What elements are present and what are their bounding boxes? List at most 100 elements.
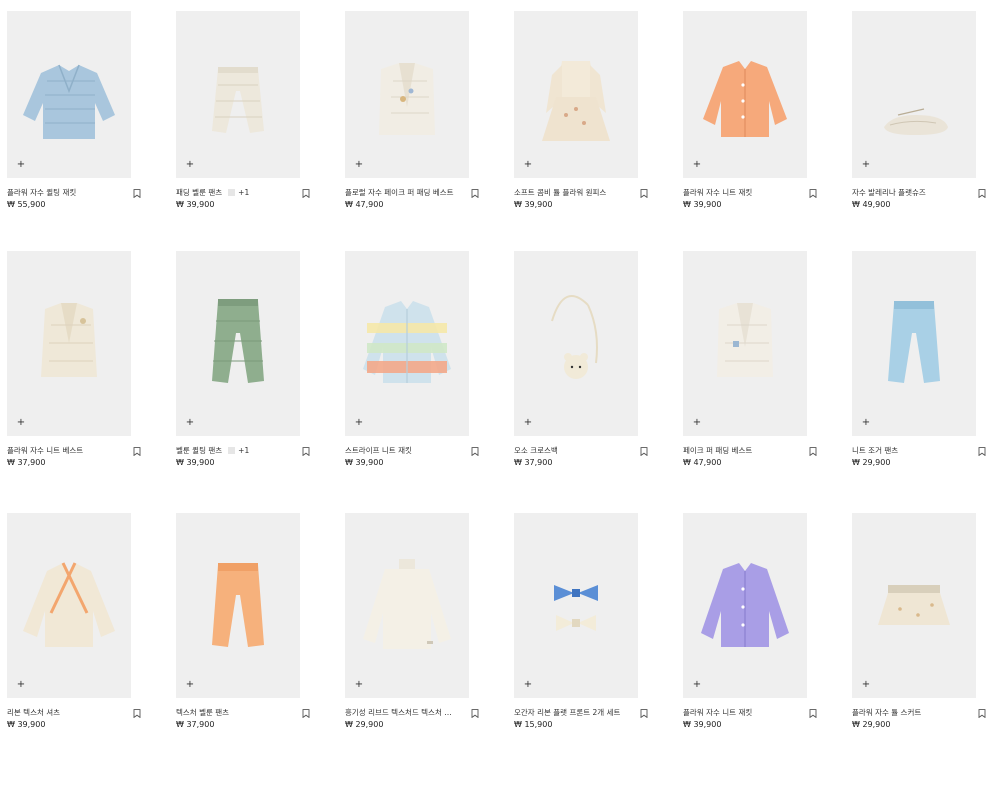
product-card[interactable]: + 플라워 자수 튤 스커트 ₩ 29,900 — [852, 513, 986, 753]
product-name[interactable]: 텍스처 벨룬 팬츠 — [176, 707, 229, 718]
product-image[interactable]: + — [345, 11, 469, 178]
more-colors-count[interactable]: +1 — [238, 187, 249, 198]
add-to-cart-icon[interactable]: + — [692, 418, 702, 428]
add-to-cart-icon[interactable]: + — [861, 160, 871, 170]
product-card[interactable]: + 오간자 리본 플랫 프론트 2개 세트 ₩ 15,900 — [514, 513, 648, 753]
product-image[interactable]: + — [514, 251, 638, 436]
product-name[interactable]: 자수 발레리나 플랫슈즈 — [852, 187, 926, 198]
add-to-cart-icon[interactable]: + — [16, 418, 26, 428]
product-image[interactable]: + — [7, 251, 131, 436]
product-name[interactable]: 플라워 자수 튤 스커트 — [852, 707, 921, 718]
product-image[interactable]: + — [683, 251, 807, 436]
bookmark-icon[interactable] — [133, 709, 141, 718]
add-to-cart-icon[interactable]: + — [354, 160, 364, 170]
product-image[interactable]: + — [176, 11, 300, 178]
product-name[interactable]: 패딩 벨룬 팬츠 — [176, 187, 222, 198]
product-name[interactable]: 플라워 자수 니트 베스트 — [7, 445, 83, 456]
product-image[interactable]: + — [7, 11, 131, 178]
product-name[interactable]: 플라워 자수 퀼팅 재킷 — [7, 187, 76, 198]
product-name[interactable]: 플라워 자수 니트 재킷 — [683, 187, 752, 198]
product-name[interactable]: 벨룬 퀼팅 팬츠 — [176, 445, 222, 456]
bookmark-icon[interactable] — [302, 447, 310, 456]
product-name[interactable]: 오소 크로스백 — [514, 445, 558, 456]
product-image[interactable]: + — [7, 513, 131, 698]
bookmark-icon[interactable] — [640, 447, 648, 456]
product-card[interactable]: + 리본 텍스처 셔츠 ₩ 39,900 — [7, 513, 141, 753]
color-swatch[interactable] — [228, 447, 236, 454]
bookmark-icon[interactable] — [640, 709, 648, 718]
product-name[interactable]: 리본 텍스처 셔츠 — [7, 707, 60, 718]
product-name[interactable]: 페이크 퍼 패딩 베스트 — [683, 445, 752, 456]
product-card[interactable]: + 플라워 자수 퀼팅 재킷 ₩ 55,900 — [7, 11, 141, 251]
bookmark-icon[interactable] — [640, 189, 648, 198]
product-card[interactable]: + 스트라이프 니트 재킷 ₩ 39,900 — [345, 251, 479, 513]
add-to-cart-icon[interactable]: + — [861, 418, 871, 428]
product-card[interactable]: + 텍스처 벨룬 팬츠 ₩ 37,900 — [176, 513, 310, 753]
product-card[interactable]: + 흥기성 리브드 텍스처드 텍스처 티셔츠 ₩ 29,900 — [345, 513, 479, 753]
add-to-cart-icon[interactable]: + — [692, 680, 702, 690]
color-swatch[interactable] — [228, 189, 236, 196]
product-image[interactable]: + — [345, 513, 469, 698]
product-card[interactable]: + 니트 조거 팬츠 ₩ 29,900 — [852, 251, 986, 513]
product-name[interactable]: 플라워 자수 니트 재킷 — [683, 707, 752, 718]
product-name[interactable]: 오간자 리본 플랫 프론트 2개 세트 — [514, 707, 620, 718]
add-to-cart-icon[interactable]: + — [861, 680, 871, 690]
product-image[interactable]: + — [514, 11, 638, 178]
product-card[interactable]: + 플로럴 자수 페이크 퍼 패딩 베스트 ₩ 47,900 — [345, 11, 479, 251]
add-to-cart-icon[interactable]: + — [185, 418, 195, 428]
bookmark-icon[interactable] — [471, 447, 479, 456]
product-image[interactable]: + — [852, 513, 976, 698]
product-name-row: 벨룬 퀼팅 팬츠 +1 — [176, 445, 310, 456]
bookmark-icon[interactable] — [471, 189, 479, 198]
product-name[interactable]: 니트 조거 팬츠 — [852, 445, 898, 456]
product-name[interactable]: 플로럴 자수 페이크 퍼 패딩 베스트 — [345, 187, 454, 198]
product-image[interactable]: + — [683, 513, 807, 698]
add-to-cart-icon[interactable]: + — [523, 418, 533, 428]
product-card[interactable]: + 플라워 자수 니트 재킷 ₩ 39,900 — [683, 513, 817, 753]
bookmark-icon[interactable] — [302, 709, 310, 718]
add-to-cart-icon[interactable]: + — [185, 160, 195, 170]
product-info: 소프트 콤비 튤 플라워 원피스 ₩ 39,900 — [514, 187, 648, 211]
bookmark-icon[interactable] — [978, 189, 986, 198]
bookmark-icon[interactable] — [978, 447, 986, 456]
product-image[interactable]: + — [345, 251, 469, 436]
product-card[interactable]: + 패딩 벨룬 팬츠 +1 ₩ 39,900 — [176, 11, 310, 251]
product-photo-illustration — [551, 295, 598, 379]
bookmark-icon[interactable] — [471, 709, 479, 718]
product-name-row: 리본 텍스처 셔츠 — [7, 707, 141, 718]
product-image[interactable]: + — [514, 513, 638, 698]
product-image[interactable]: + — [852, 11, 976, 178]
product-name[interactable]: 스트라이프 니트 재킷 — [345, 445, 412, 456]
bookmark-icon[interactable] — [302, 189, 310, 198]
add-to-cart-icon[interactable]: + — [16, 680, 26, 690]
product-card[interactable]: + 플라워 자수 니트 재킷 ₩ 39,900 — [683, 11, 817, 251]
product-card[interactable]: + 벨룬 퀼팅 팬츠 +1 ₩ 39,900 — [176, 251, 310, 513]
product-image[interactable]: + — [852, 251, 976, 436]
product-name[interactable]: 흥기성 리브드 텍스처드 텍스처 티셔츠 — [345, 707, 457, 718]
bookmark-icon[interactable] — [809, 709, 817, 718]
product-name-row: 플라워 자수 니트 베스트 — [7, 445, 141, 456]
add-to-cart-icon[interactable]: + — [185, 680, 195, 690]
product-card[interactable]: + 자수 발레리나 플랫슈즈 ₩ 49,900 — [852, 11, 986, 251]
add-to-cart-icon[interactable]: + — [692, 160, 702, 170]
add-to-cart-icon[interactable]: + — [523, 160, 533, 170]
bookmark-icon[interactable] — [809, 447, 817, 456]
product-price: ₩ 39,900 — [514, 200, 553, 209]
product-card[interactable]: + 소프트 콤비 튤 플라워 원피스 ₩ 39,900 — [514, 11, 648, 251]
product-image[interactable]: + — [683, 11, 807, 178]
bookmark-icon[interactable] — [978, 709, 986, 718]
product-image[interactable]: + — [176, 513, 300, 698]
product-card[interactable]: + 페이크 퍼 패딩 베스트 ₩ 47,900 — [683, 251, 817, 513]
add-to-cart-icon[interactable]: + — [354, 418, 364, 428]
bookmark-icon[interactable] — [809, 189, 817, 198]
product-image[interactable]: + — [176, 251, 300, 436]
product-card[interactable]: + 플라워 자수 니트 베스트 ₩ 37,900 — [7, 251, 141, 513]
product-name[interactable]: 소프트 콤비 튤 플라워 원피스 — [514, 187, 606, 198]
add-to-cart-icon[interactable]: + — [354, 680, 364, 690]
more-colors-count[interactable]: +1 — [238, 445, 249, 456]
product-card[interactable]: + 오소 크로스백 ₩ 37,900 — [514, 251, 648, 513]
add-to-cart-icon[interactable]: + — [523, 680, 533, 690]
bookmark-icon[interactable] — [133, 189, 141, 198]
bookmark-icon[interactable] — [133, 447, 141, 456]
add-to-cart-icon[interactable]: + — [16, 160, 26, 170]
